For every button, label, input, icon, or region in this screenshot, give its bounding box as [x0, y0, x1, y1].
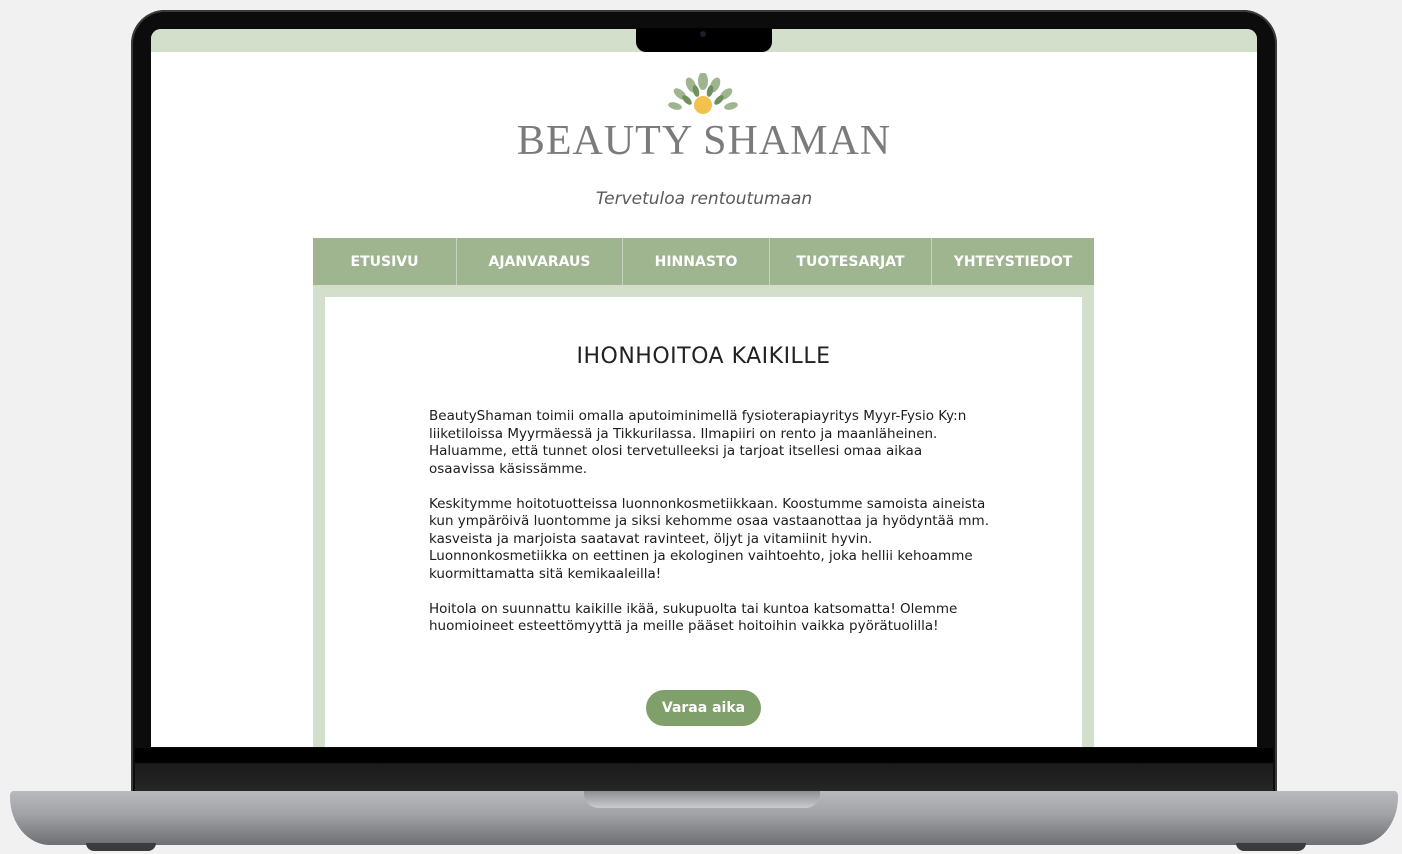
paragraph-3: Hoitola on suunnattu kaikille ikää, suku… [429, 600, 958, 635]
brand-wordmark: BEAUTY SHAMAN [516, 118, 892, 164]
paragraph-2: Keskitymme hoitotuotteissa luonnonkosmet… [429, 495, 989, 582]
laptop-foot-left [86, 843, 156, 851]
nav-item-tuotesarjat[interactable]: TUOTESARJAT [770, 238, 932, 285]
main-navigation: ETUSIVU AJANVARAUS HINNASTO TUOTESARJAT … [313, 238, 1094, 285]
leaf-sun-icon [668, 73, 738, 114]
site-tagline: Tervetuloa rentoutumaan [595, 189, 813, 209]
book-appointment-button[interactable]: Varaa aika [646, 690, 761, 726]
paragraph-1: BeautyShaman toimii omalla aputoiminimel… [429, 408, 967, 477]
camera-icon [700, 31, 706, 37]
nav-item-etusivu[interactable]: ETUSIVU [313, 238, 457, 285]
laptop-foot-right [1236, 843, 1306, 851]
laptop-mockup: BEAUTY SHAMAN Tervetuloa rentoutumaan ET… [0, 0, 1402, 854]
page-title: IHONHOITOA KAIKILLE [576, 344, 831, 369]
laptop-screen: BEAUTY SHAMAN Tervetuloa rentoutumaan ET… [151, 29, 1257, 747]
nav-item-ajanvaraus[interactable]: AJANVARAUS [457, 238, 623, 285]
laptop-opening-groove [584, 791, 820, 808]
camera-notch [636, 28, 772, 52]
content-card: IHONHOITOA KAIKILLE BeautyShaman toimii … [325, 297, 1082, 747]
nav-item-yhteystiedot[interactable]: YHTEYSTIEDOT [932, 238, 1094, 285]
intro-text: BeautyShaman toimii omalla aputoiminimel… [429, 408, 989, 653]
nav-item-hinnasto[interactable]: HINNASTO [623, 238, 770, 285]
laptop-chin [135, 748, 1273, 792]
